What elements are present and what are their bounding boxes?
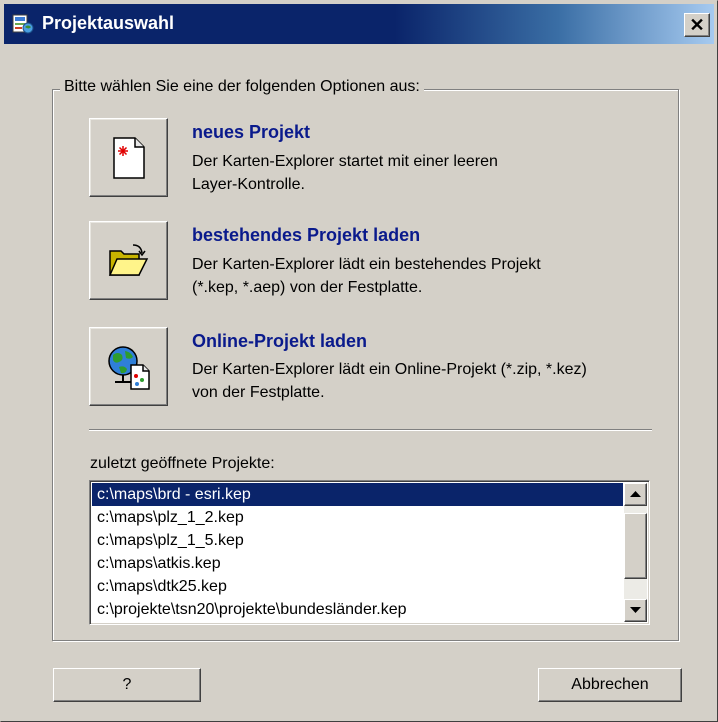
online-project-desc-line2: von der Festplatte.	[192, 384, 325, 401]
recent-projects-items: c:\maps\brd - esri.kep c:\maps\plz_1_2.k…	[92, 483, 623, 621]
groupbox-legend: Bitte wählen Sie eine der folgenden Opti…	[60, 78, 424, 96]
new-project-desc-line1: Der Karten-Explorer startet mit einer le…	[192, 153, 498, 170]
open-folder-icon	[108, 243, 148, 276]
online-project-desc-line1: Der Karten-Explorer lädt ein Online-Proj…	[192, 361, 587, 378]
new-project-description: Der Karten-Explorer startet mit einer le…	[192, 150, 662, 196]
online-project-description: Der Karten-Explorer lädt ein Online-Proj…	[192, 358, 662, 404]
list-item[interactable]: c:\maps\brd - esri.kep	[92, 483, 623, 506]
new-project-desc-line2: Layer-Kontrolle.	[192, 176, 305, 193]
scroll-up-button[interactable]	[624, 483, 647, 506]
load-project-button[interactable]	[89, 221, 168, 300]
list-item[interactable]: c:\maps\plz_1_2.kep	[92, 506, 623, 529]
close-icon: ✕	[689, 15, 705, 35]
help-button[interactable]: ?	[53, 668, 201, 702]
arrow-up-icon	[630, 491, 641, 497]
new-project-title[interactable]: neues Projekt	[192, 122, 310, 143]
list-item[interactable]: c:\projekte\tsn20\projekte\bundesländer.…	[92, 598, 623, 621]
new-document-icon	[112, 136, 145, 179]
scroll-thumb[interactable]	[624, 513, 647, 579]
project-selection-dialog: Projektauswahl ✕ Bitte wählen Sie eine d…	[0, 0, 718, 722]
cancel-button[interactable]: Abbrechen	[538, 668, 682, 702]
list-item[interactable]: c:\maps\dtk25.kep	[92, 575, 623, 598]
close-button[interactable]: ✕	[684, 13, 710, 37]
app-icon	[12, 14, 34, 34]
vertical-scrollbar[interactable]	[624, 483, 647, 622]
load-project-desc-line2: (*.kep, *.aep) von der Festplatte.	[192, 279, 423, 296]
load-project-title[interactable]: bestehendes Projekt laden	[192, 225, 420, 246]
new-project-button[interactable]	[89, 118, 168, 197]
dialog-title: Projektauswahl	[42, 13, 175, 33]
load-project-desc-line1: Der Karten-Explorer lädt ein bestehendes…	[192, 256, 541, 273]
list-item[interactable]: c:\maps\plz_1_5.kep	[92, 529, 623, 552]
list-item[interactable]: c:\maps\atkis.kep	[92, 552, 623, 575]
recent-projects-label: zuletzt geöffnete Projekte:	[90, 455, 275, 472]
online-project-title[interactable]: Online-Projekt laden	[192, 331, 367, 352]
cancel-button-label: Abbrechen	[571, 676, 649, 693]
load-project-description: Der Karten-Explorer lädt ein bestehendes…	[192, 253, 662, 299]
arrow-down-icon	[630, 607, 641, 613]
separator	[89, 429, 652, 431]
scroll-down-button[interactable]	[624, 599, 647, 622]
recent-projects-list[interactable]: c:\maps\brd - esri.kep c:\maps\plz_1_2.k…	[89, 480, 650, 625]
help-button-label: ?	[122, 676, 132, 693]
online-project-button[interactable]	[89, 327, 168, 406]
title-bar[interactable]: Projektauswahl ✕	[4, 4, 714, 44]
globe-document-icon	[107, 345, 150, 390]
